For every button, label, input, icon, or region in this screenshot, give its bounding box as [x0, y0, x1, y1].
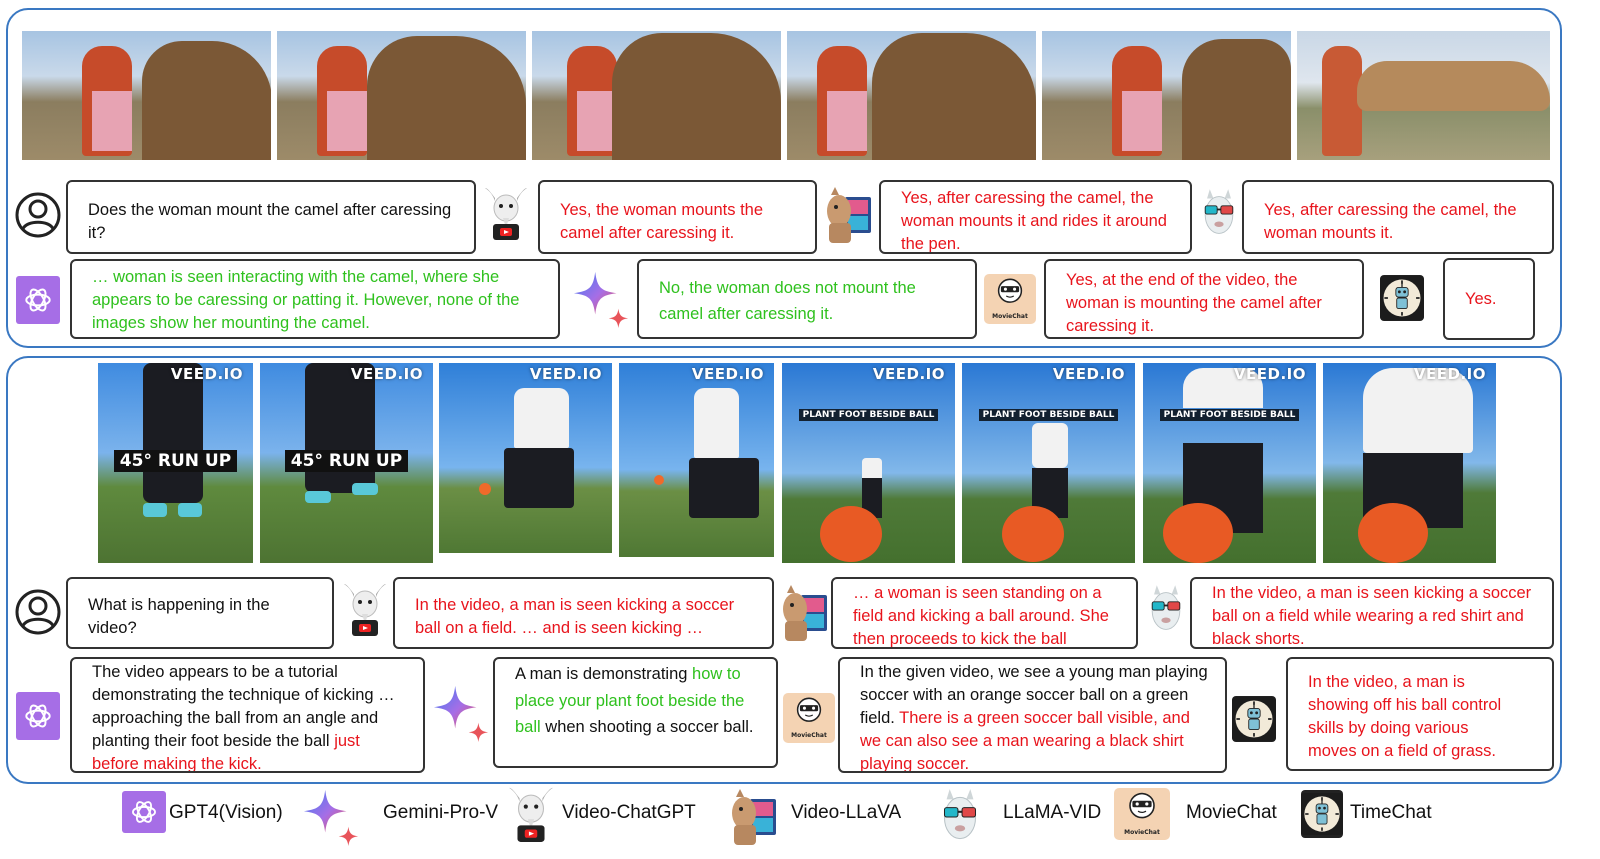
legend-video-llava-icon: [728, 787, 778, 847]
video-frame-soccer-1: VEED.IO 45° RUN UP: [98, 363, 253, 563]
moviechat-icon: MovieChat: [783, 693, 835, 743]
answer-text: Yes, after caressing the camel, the woma…: [901, 189, 1167, 253]
answer-text: In the video, a man is showing off his b…: [1308, 673, 1502, 760]
answer-text: … a woman is seen standing on a field an…: [853, 584, 1109, 648]
video-frame-camel-6: [1297, 31, 1550, 160]
llama-vid-icon: [1143, 580, 1189, 642]
answer-bubble-timechat: Yes.: [1443, 258, 1535, 340]
watermark-text: VEED.IO: [1233, 365, 1306, 383]
legend-moviechat-label: MovieChat: [1186, 802, 1277, 823]
answer-bubble-gemini: A man is demonstrating how to place your…: [493, 657, 778, 768]
caption-plant-foot: PLANT FOOT BESIDE BALL: [1159, 409, 1300, 421]
answer-bubble-video-llava: … a woman is seen standing on a field an…: [831, 577, 1138, 649]
llama-vid-icon: [1196, 184, 1242, 246]
legend-gpt4v-icon: [122, 791, 166, 833]
answer-bubble-gpt4v: … woman is seen interacting with the cam…: [70, 259, 560, 339]
video-chatgpt-goat-icon: [340, 582, 390, 642]
legend-timechat-icon: [1301, 790, 1343, 838]
legend-llama-vid-label: LLaMA-VID: [1003, 802, 1102, 823]
gemini-icon: [572, 270, 630, 328]
moviechat-icon: MovieChat: [984, 274, 1036, 324]
video-llava-llama-icon: [779, 582, 829, 644]
question-bubble: Does the woman mount the camel after car…: [66, 180, 476, 254]
watermark-text: VEED.IO: [170, 365, 243, 383]
answer-bubble-moviechat: Yes, at the end of the video, the woman …: [1044, 259, 1364, 339]
question-bubble: What is happening in the video?: [66, 577, 334, 649]
video-llava-llama-icon: [823, 184, 873, 246]
answer-bubble-video-llava: Yes, after caressing the camel, the woma…: [879, 180, 1192, 254]
answer-text: Yes, the woman mounts the camel after ca…: [560, 201, 764, 242]
moviechat-icon-label: MovieChat: [1124, 829, 1160, 836]
watermark-text: VEED.IO: [691, 365, 764, 383]
answer-bubble-llama-vid: In the video, a man is seen kicking a so…: [1190, 577, 1554, 649]
legend-gpt4v-label: GPT4(Vision): [169, 802, 283, 823]
video-frame-soccer-2: VEED.IO 45° RUN UP: [260, 363, 433, 563]
answer-bubble-video-chatgpt: In the video, a man is seen kicking a so…: [393, 577, 774, 649]
caption-plant-foot: PLANT FOOT BESIDE BALL: [798, 409, 939, 421]
video-frame-soccer-4: VEED.IO: [619, 363, 774, 557]
answer-bubble-moviechat: In the given video, we see a young man p…: [838, 657, 1227, 773]
caption-run-up: 45° RUN UP: [113, 450, 238, 472]
video-frame-camel-3: [532, 31, 781, 160]
answer-text-incorrect: There is a green soccer ball visible, an…: [860, 709, 1190, 773]
question-text: What is happening in the video?: [88, 596, 270, 637]
legend-video-chatgpt-label: Video-ChatGPT: [562, 802, 696, 823]
video-frame-soccer-6: VEED.IO PLANT FOOT BESIDE BALL: [962, 363, 1135, 563]
watermark-text: VEED.IO: [350, 365, 423, 383]
gpt4v-icon: [16, 276, 60, 324]
legend-video-llava-label: Video-LLaVA: [791, 802, 902, 823]
timechat-icon: [1232, 696, 1276, 742]
answer-text: Yes, after caressing the camel, the woma…: [1264, 201, 1517, 242]
watermark-text: VEED.IO: [872, 365, 945, 383]
answer-bubble-gemini: No, the woman does not mount the camel a…: [637, 259, 977, 339]
user-icon: [13, 190, 63, 240]
answer-text: … woman is seen interacting with the cam…: [92, 268, 520, 332]
timechat-icon: [1380, 275, 1424, 321]
video-frame-camel-1: [22, 31, 271, 160]
watermark-text: VEED.IO: [529, 365, 602, 383]
watermark-text: VEED.IO: [1052, 365, 1125, 383]
video-frame-soccer-7: VEED.IO PLANT FOOT BESIDE BALL: [1143, 363, 1316, 563]
user-icon: [13, 587, 63, 637]
video-frame-camel-5: [1042, 31, 1291, 160]
video-frame-soccer-3: VEED.IO: [439, 363, 612, 553]
watermark-text: VEED.IO: [1413, 365, 1486, 383]
video-chatgpt-goat-icon: [481, 186, 531, 246]
answer-bubble-timechat: In the video, a man is showing off his b…: [1286, 657, 1554, 771]
answer-text: A man is demonstrating: [515, 665, 688, 683]
gemini-icon: [432, 684, 490, 742]
legend-llama-vid-icon: [934, 787, 986, 849]
video-frame-soccer-5: VEED.IO PLANT FOOT BESIDE BALL: [782, 363, 955, 563]
video-frame-soccer-8: VEED.IO: [1323, 363, 1496, 563]
legend-gemini-label: Gemini-Pro-V: [383, 802, 499, 823]
answer-text: Yes, at the end of the video, the woman …: [1066, 271, 1322, 335]
moviechat-icon-label: MovieChat: [791, 732, 827, 739]
answer-text: In the video, a man is seen kicking a so…: [415, 596, 735, 637]
caption-plant-foot: PLANT FOOT BESIDE BALL: [978, 409, 1119, 421]
answer-bubble-video-chatgpt: Yes, the woman mounts the camel after ca…: [538, 180, 817, 254]
moviechat-icon-label: MovieChat: [992, 313, 1028, 320]
question-text: Does the woman mount the camel after car…: [88, 201, 452, 242]
video-frame-camel-4: [787, 31, 1036, 160]
answer-text: In the video, a man is seen kicking a so…: [1212, 584, 1532, 648]
legend-gemini-icon: [302, 788, 360, 846]
video-frame-camel-2: [277, 31, 526, 160]
answer-text: No, the woman does not mount the camel a…: [659, 279, 916, 323]
gpt4v-icon: [16, 692, 60, 740]
answer-bubble-gpt4v: The video appears to be a tutorial demon…: [70, 657, 425, 773]
answer-bubble-llama-vid: Yes, after caressing the camel, the woma…: [1242, 180, 1554, 254]
caption-run-up: 45° RUN UP: [284, 450, 409, 472]
legend-timechat-label: TimeChat: [1350, 802, 1432, 823]
answer-text: when shooting a soccer ball.: [545, 718, 754, 736]
legend-moviechat-icon: MovieChat: [1114, 788, 1170, 840]
legend-video-chatgpt-icon: [505, 785, 557, 849]
answer-text: Yes.: [1465, 290, 1497, 308]
